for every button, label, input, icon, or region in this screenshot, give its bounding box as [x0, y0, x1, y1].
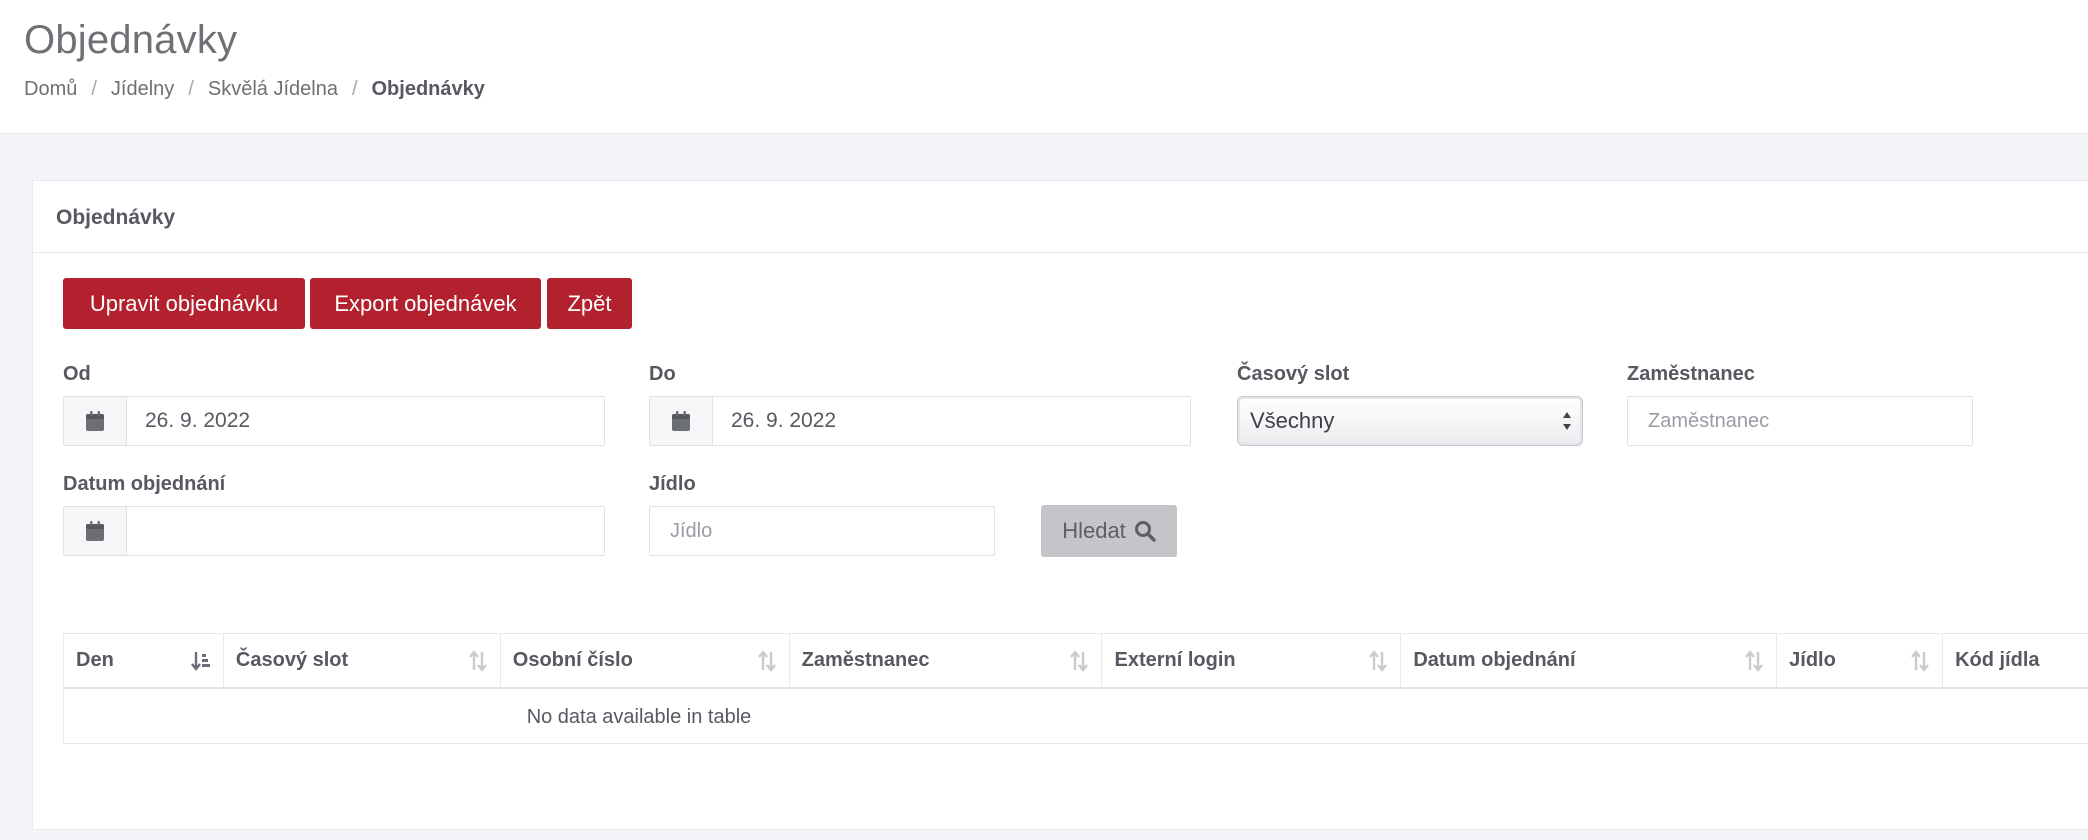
search-icon — [1134, 521, 1156, 542]
export-orders-button[interactable]: Export objednávek — [310, 278, 541, 329]
order-date-label: Datum objednání — [63, 473, 226, 495]
page-header: Objednávky Domů / Jídelny / Skvělá Jídel… — [0, 0, 2088, 134]
to-date-field[interactable]: 26. 9. 2022 — [649, 396, 1191, 446]
column-header-time-slot[interactable]: Časový slot — [224, 634, 501, 687]
table-empty-message: No data available in table — [526, 706, 752, 728]
column-header-meal[interactable]: Jídlo — [1777, 634, 1944, 687]
order-date-field[interactable] — [63, 506, 605, 556]
time-slot-select[interactable]: Všechny — [1237, 396, 1583, 446]
time-slot-label: Časový slot — [1237, 363, 1350, 385]
meal-label: Jídlo — [649, 473, 696, 495]
meal-input[interactable] — [649, 506, 995, 556]
column-header-employee[interactable]: Zaměstnanec — [790, 634, 1103, 687]
employee-label: Zaměstnanec — [1627, 363, 1755, 385]
search-button[interactable]: Hledat — [1041, 505, 1177, 557]
card-header: Objednávky — [33, 181, 2088, 253]
column-header-personal-number[interactable]: Osobní číslo — [501, 634, 790, 687]
time-slot-value: Všechny — [1250, 408, 1335, 433]
column-header-external-login[interactable]: Externí login — [1102, 634, 1402, 687]
table-header: Den Časový slot Osobní číslo Zaměstnanec… — [64, 634, 2088, 689]
sort-icon — [757, 650, 776, 672]
to-date-value[interactable]: 26. 9. 2022 — [713, 397, 1190, 445]
breadcrumb-separator: / — [91, 78, 97, 100]
employee-input[interactable] — [1627, 396, 1973, 446]
column-header-meal-code[interactable]: Kód jídla — [1943, 634, 2088, 687]
orders-table: Den Časový slot Osobní číslo Zaměstnanec… — [63, 633, 2088, 744]
column-header-order-date[interactable]: Datum objednání — [1401, 634, 1778, 687]
breadcrumb-home[interactable]: Domů — [24, 78, 77, 101]
breadcrumb-canteens[interactable]: Jídelny — [111, 78, 174, 101]
sort-icon — [1369, 650, 1388, 672]
calendar-icon[interactable] — [64, 507, 127, 555]
orders-card: Objednávky Upravit objednávku Export obj… — [32, 180, 2088, 830]
calendar-icon[interactable] — [650, 397, 713, 445]
edit-order-button[interactable]: Upravit objednávku — [63, 278, 305, 329]
breadcrumb-separator: / — [351, 78, 358, 100]
from-label: Od — [63, 363, 91, 385]
back-button[interactable]: Zpět — [547, 278, 632, 329]
sort-amount-down-icon — [190, 652, 210, 671]
from-date-field[interactable]: 26. 9. 2022 — [63, 396, 605, 446]
breadcrumb-current: Objednávky — [371, 78, 485, 100]
to-label: Do — [649, 363, 676, 385]
card-title: Objednávky — [56, 206, 176, 229]
select-arrows-icon — [1563, 412, 1571, 430]
breadcrumb: Domů / Jídelny / Skvělá Jídelna / Objedn… — [24, 78, 485, 101]
breadcrumb-canteen[interactable]: Skvělá Jídelna — [208, 78, 338, 101]
sort-icon — [468, 650, 487, 672]
order-date-value[interactable] — [127, 507, 604, 555]
sort-icon — [1745, 650, 1764, 672]
breadcrumb-separator: / — [188, 78, 194, 100]
column-header-day[interactable]: Den — [64, 634, 224, 687]
sort-icon — [1070, 650, 1089, 672]
from-date-value[interactable]: 26. 9. 2022 — [127, 397, 604, 445]
calendar-icon[interactable] — [64, 397, 127, 445]
search-button-label: Hledat — [1062, 518, 1126, 543]
page-title: Objednávky — [24, 18, 238, 62]
sort-icon — [1911, 650, 1929, 672]
